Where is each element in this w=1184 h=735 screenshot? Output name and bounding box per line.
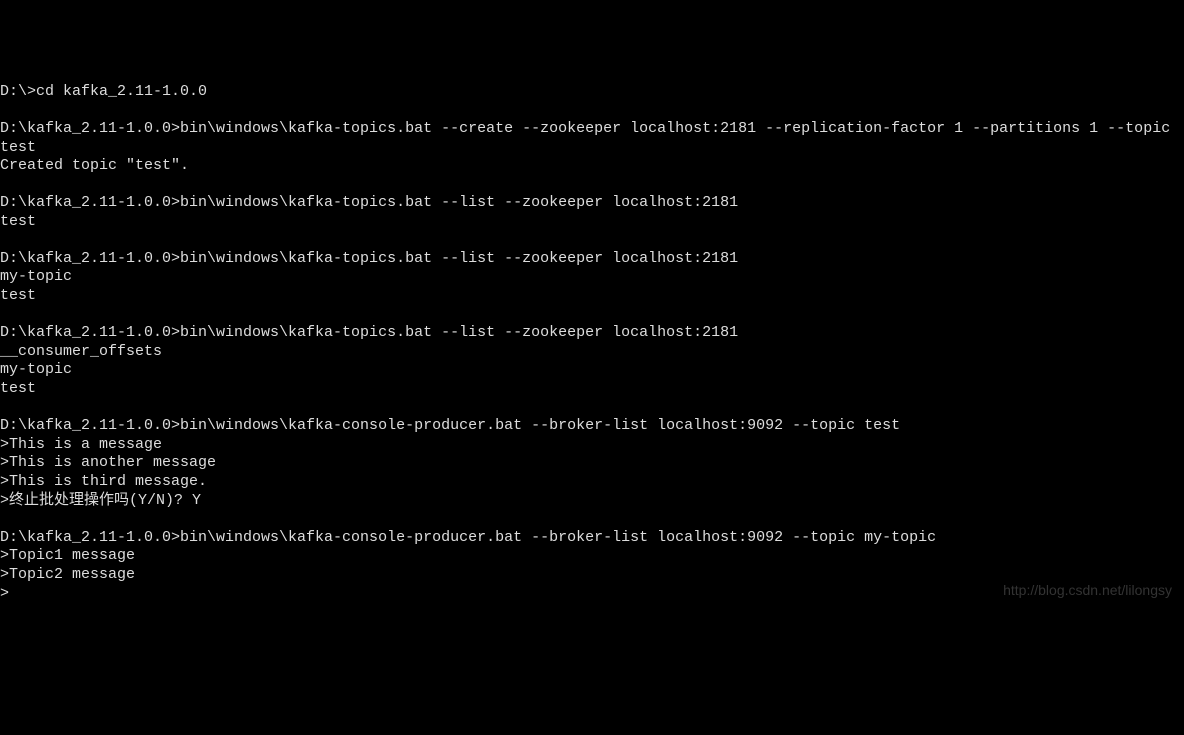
command-block: D:\>cd kafka_2.11-1.0.0 xyxy=(0,83,1184,102)
prompt: D:\kafka_2.11-1.0.0> xyxy=(0,194,180,211)
output-line: >This is another message xyxy=(0,454,1184,473)
command-line: D:\kafka_2.11-1.0.0>bin\windows\kafka-to… xyxy=(0,250,1184,269)
terminal-window[interactable]: D:\>cd kafka_2.11-1.0.0 D:\kafka_2.11-1.0… xyxy=(0,83,1184,604)
command-block: D:\kafka_2.11-1.0.0>bin\windows\kafka-co… xyxy=(0,417,1184,511)
prompt: D:\kafka_2.11-1.0.0> xyxy=(0,120,180,137)
command-block: D:\kafka_2.11-1.0.0>bin\windows\kafka-to… xyxy=(0,194,1184,232)
output-line: >This is a message xyxy=(0,436,1184,455)
output-line: test xyxy=(0,287,1184,306)
command-block: D:\kafka_2.11-1.0.0>bin\windows\kafka-to… xyxy=(0,324,1184,399)
command-line: D:\kafka_2.11-1.0.0>bin\windows\kafka-to… xyxy=(0,324,1184,343)
command-line: D:\kafka_2.11-1.0.0>bin\windows\kafka-co… xyxy=(0,529,1184,548)
command-line: D:\kafka_2.11-1.0.0>bin\windows\kafka-co… xyxy=(0,417,1184,436)
command-line: D:\kafka_2.11-1.0.0>bin\windows\kafka-to… xyxy=(0,120,1184,158)
output-line: >终止批处理操作吗(Y/N)? Y xyxy=(0,492,1184,511)
command-line: D:\>cd kafka_2.11-1.0.0 xyxy=(0,83,1184,102)
prompt: D:\kafka_2.11-1.0.0> xyxy=(0,417,180,434)
prompt: D:\kafka_2.11-1.0.0> xyxy=(0,529,180,546)
prompt: D:\> xyxy=(0,83,36,100)
command-block: D:\kafka_2.11-1.0.0>bin\windows\kafka-to… xyxy=(0,250,1184,306)
prompt: D:\kafka_2.11-1.0.0> xyxy=(0,250,180,267)
command-text: bin\windows\kafka-topics.bat --list --zo… xyxy=(180,250,738,267)
output-line: __consumer_offsets xyxy=(0,343,1184,362)
watermark-text: http://blog.csdn.net/lilongsy xyxy=(1003,582,1172,600)
command-text: bin\windows\kafka-topics.bat --list --zo… xyxy=(180,324,738,341)
output-line: my-topic xyxy=(0,361,1184,380)
prompt: D:\kafka_2.11-1.0.0> xyxy=(0,324,180,341)
command-text: bin\windows\kafka-topics.bat --list --zo… xyxy=(180,194,738,211)
command-text: bin\windows\kafka-console-producer.bat -… xyxy=(180,529,936,546)
output-line: test xyxy=(0,213,1184,232)
output-line: Created topic "test". xyxy=(0,157,1184,176)
command-text: cd kafka_2.11-1.0.0 xyxy=(36,83,207,100)
command-line: D:\kafka_2.11-1.0.0>bin\windows\kafka-to… xyxy=(0,194,1184,213)
command-text: bin\windows\kafka-console-producer.bat -… xyxy=(180,417,900,434)
output-line: >Topic1 message xyxy=(0,547,1184,566)
output-line: my-topic xyxy=(0,268,1184,287)
command-block: D:\kafka_2.11-1.0.0>bin\windows\kafka-to… xyxy=(0,120,1184,176)
output-line: test xyxy=(0,380,1184,399)
output-line: >This is third message. xyxy=(0,473,1184,492)
